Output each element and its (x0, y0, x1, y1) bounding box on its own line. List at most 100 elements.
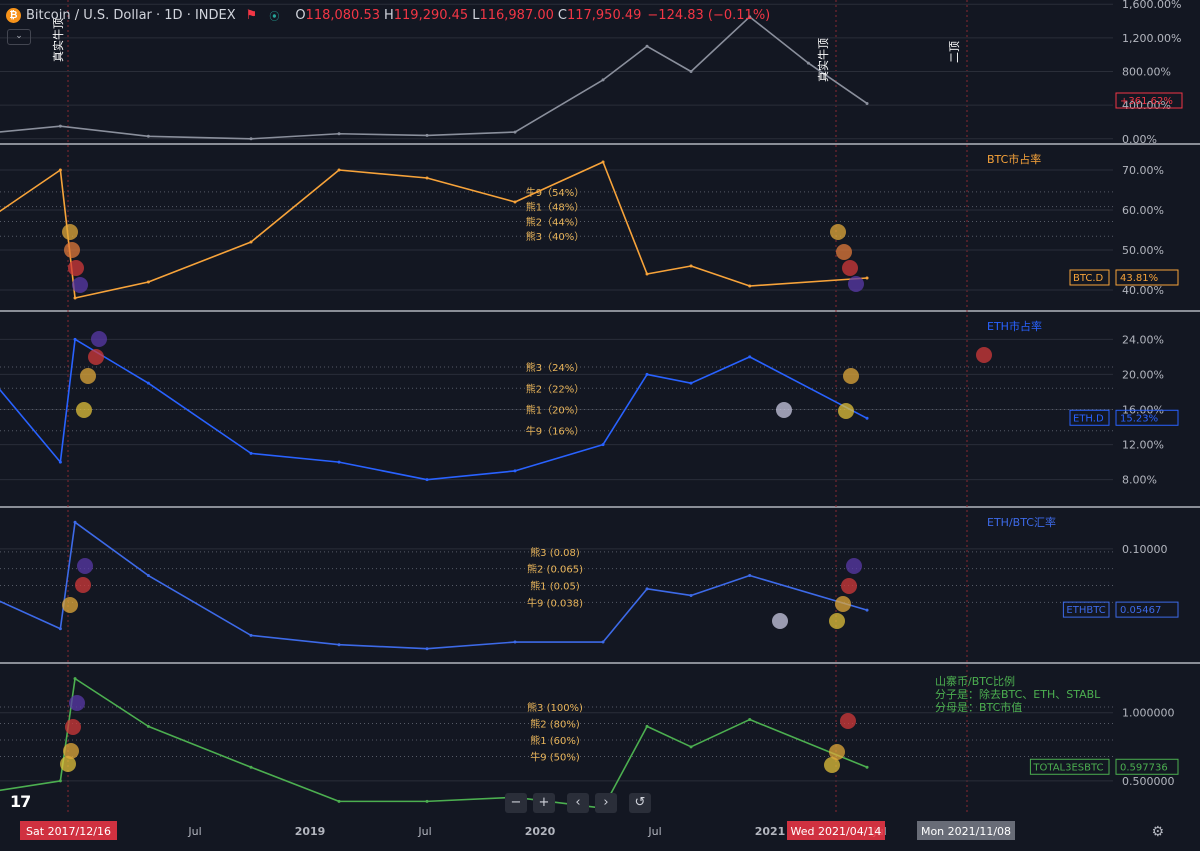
symbol-header: ₿ Bitcoin / U.S. Dollar · 1D · INDEX ⚑ ⦿… (6, 4, 770, 26)
signal-marker (76, 402, 92, 418)
signal-marker (830, 224, 846, 240)
y-tick-label: 50.00% (1122, 244, 1164, 257)
data-point (513, 469, 517, 473)
data-point (748, 574, 752, 578)
pane-4: 0.10000 熊3 (0.08) 熊2 (0.065) 熊1 (0.05) 牛9 (0… (0, 515, 1179, 651)
signal-marker (835, 596, 851, 612)
level-label: 熊1 (60%) (530, 734, 580, 747)
x-tick-label: Jul (647, 825, 661, 838)
data-point (73, 520, 77, 524)
level-label: 熊1（20%） (526, 404, 585, 417)
zoom-in-button[interactable]: + (533, 793, 555, 813)
high-value: 119,290.45 (393, 7, 469, 23)
y-tick-label: 0.10000 (1122, 543, 1168, 556)
y-tick-label: 20.00% (1122, 368, 1164, 381)
level-label: 熊1（48%） (526, 201, 585, 214)
signal-marker (63, 743, 79, 759)
signal-marker (772, 613, 788, 629)
level-label: 熊2（22%） (526, 382, 585, 395)
series-name: ETH/BTC汇率 (987, 515, 1056, 529)
level-label: 熊2 (0.065) (527, 563, 583, 576)
data-point (249, 765, 253, 769)
y-tick-label: 1,200.00% (1122, 32, 1181, 45)
data-point (513, 200, 517, 204)
level-label: 熊3（24%） (526, 361, 585, 374)
scroll-right-button[interactable]: › (595, 793, 617, 813)
data-point (689, 264, 693, 268)
data-point (58, 168, 62, 172)
data-point (146, 381, 150, 385)
data-point (337, 643, 341, 647)
y-tick-label: 0.00% (1122, 133, 1157, 146)
data-point (425, 176, 429, 180)
y-tick-label: 60.00% (1122, 204, 1164, 217)
series-line (0, 161, 868, 299)
data-point (645, 44, 649, 48)
data-point (58, 460, 62, 464)
signal-marker (62, 224, 78, 240)
symbol-title[interactable]: Bitcoin / U.S. Dollar · 1D · INDEX (26, 8, 236, 23)
top-annotation: 二顶 (948, 41, 961, 63)
data-point (249, 451, 253, 455)
gear-icon[interactable]: ⚙ (1151, 824, 1164, 840)
data-point (146, 724, 150, 728)
level-label: 熊3（40%） (526, 230, 585, 243)
series-line (0, 16, 868, 140)
pane-5: 1.000000 0.500000 熊3 (100%) 熊2 (80%) 熊1 (60%… (0, 674, 1179, 810)
x-tick-label: 2021 (755, 825, 786, 838)
signal-marker (80, 368, 96, 384)
data-point (146, 280, 150, 284)
data-point (249, 633, 253, 637)
data-point (425, 647, 429, 651)
signal-marker (843, 368, 859, 384)
level-label: 牛9 (50%) (530, 751, 580, 764)
x-tick-label: Jul (417, 825, 431, 838)
last-value: 43.81% (1120, 273, 1158, 284)
signal-marker (62, 597, 78, 613)
zoom-out-button[interactable]: − (505, 793, 527, 813)
reset-chart-button[interactable]: ↺ (629, 793, 651, 813)
symbol-badge-label: ETHBTC (1066, 605, 1105, 616)
signal-marker (75, 577, 91, 593)
signal-marker (91, 331, 107, 347)
data-point (58, 779, 62, 783)
status-dot-icon: ⦿ (269, 11, 280, 23)
data-point (689, 70, 693, 73)
change-value: −124.83 (−0.11%) (647, 7, 771, 23)
data-point (425, 133, 429, 137)
data-point (146, 134, 150, 138)
series-name: BTC市占率 (987, 152, 1041, 166)
data-point (645, 724, 649, 728)
chevron-down-icon[interactable]: ⌄ (7, 29, 31, 45)
level-label: 熊1 (0.05) (530, 580, 580, 593)
signal-marker (64, 242, 80, 258)
y-tick-label: 70.00% (1122, 164, 1164, 177)
level-label: 熊3 (0.08) (530, 546, 580, 559)
data-point (249, 240, 253, 244)
close-value: 117,950.49 (566, 7, 642, 23)
scroll-left-button[interactable]: ‹ (567, 793, 589, 813)
signal-marker (841, 578, 857, 594)
signal-marker (829, 744, 845, 760)
chart-canvas[interactable]: 1,600.00%1,200.00%800.00%400.00%0.00%+36… (0, 0, 1200, 851)
symbol-badge-label: ETH.D (1073, 413, 1104, 424)
signal-marker (829, 613, 845, 629)
data-point (865, 416, 869, 420)
signal-marker (72, 277, 88, 293)
level-label: 熊2 (80%) (530, 718, 580, 731)
signal-marker (77, 558, 93, 574)
open-label: O (295, 7, 306, 23)
y-tick-label: 1.000000 (1122, 707, 1175, 720)
flag-icon[interactable]: ⚑ (246, 8, 258, 23)
data-point (601, 443, 605, 447)
data-point (73, 337, 77, 341)
symbol-badge-label: BTC.D (1073, 273, 1104, 284)
data-point (249, 137, 253, 141)
tradingview-logo[interactable]: 17 (10, 792, 31, 811)
y-tick-label: 800.00% (1122, 66, 1171, 79)
data-point (748, 355, 752, 359)
bitcoin-icon: ₿ (6, 7, 21, 23)
data-point (645, 587, 649, 591)
data-point (865, 765, 869, 769)
last-value: +361.62% (1120, 96, 1173, 107)
